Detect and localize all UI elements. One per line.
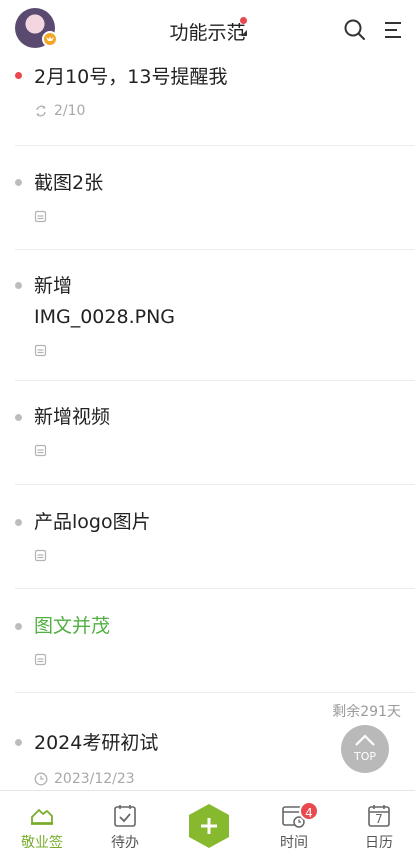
scroll-top-button[interactable]: TOP [341,725,389,773]
tab-label: 时间 [280,835,308,851]
status-dot [15,414,22,421]
attachment-icon [34,444,47,457]
tab-todo[interactable]: 待办 [95,791,155,859]
item-title-line1: 新增 [34,275,73,297]
item-meta [34,444,53,457]
list-item[interactable]: 新增 IMG_0028.PNG [15,250,415,381]
notification-dot [240,17,247,24]
item-meta [34,549,53,562]
list-item[interactable]: 截图2张 [15,146,415,250]
status-dot [15,282,22,289]
item-meta: 2023/12/23 [34,771,135,787]
scroll-top-label: TOP [353,750,376,763]
item-title: 2024考研初试 [34,732,159,754]
calendar-day: 7 [375,812,383,826]
item-title: 截图2张 [34,172,104,194]
bottom-tab-bar: 敬业签 待办 4 时间 7 日历 [0,790,415,859]
tab-calendar[interactable]: 7 日历 [349,791,409,859]
memo-list: 2月10号，13号提醒我 2/10 截图2张 新增 IMG_0028.PNG 新… [0,62,415,795]
status-dot [15,519,22,526]
tab-label: 敬业签 [21,835,63,851]
list-item[interactable]: 图文并茂 [15,589,415,693]
home-icon [31,809,53,825]
days-remaining: 剩余291天 [332,704,401,720]
todo-icon [114,805,136,827]
repeat-count: 2/10 [54,103,86,119]
item-meta [34,210,53,223]
item-title: 产品logo图片 [34,511,151,533]
add-button[interactable] [186,803,232,849]
list-item[interactable]: 2月10号，13号提醒我 2/10 [15,62,415,146]
item-title: 新增视频 [34,406,111,428]
tab-label: 待办 [111,835,139,851]
clock-icon [34,772,48,786]
dropdown-corner-icon [241,30,247,36]
item-meta [34,344,53,357]
attachment-icon [34,210,47,223]
attachment-icon [34,653,47,666]
list-item[interactable]: 新增视频 [15,381,415,485]
item-title-line2: IMG_0028.PNG [34,306,176,328]
item-meta: 2/10 [34,103,85,119]
tab-label: 日历 [365,835,393,851]
status-dot [15,72,22,79]
repeat-icon [36,105,46,117]
item-date: 2023/12/23 [54,771,135,787]
status-dot [15,179,22,186]
status-dot [15,623,22,630]
menu-icon[interactable] [382,18,406,42]
item-meta [34,653,53,666]
tab-time[interactable]: 4 时间 [264,791,324,859]
attachment-icon [34,549,47,562]
attachment-icon [34,344,47,357]
status-dot [15,739,22,746]
search-icon[interactable] [343,18,367,42]
tab-home[interactable]: 敬业签 [12,791,72,859]
header: 功能示范 [0,0,415,62]
chevron-up-icon [355,734,375,746]
item-title: 2月10号，13号提醒我 [34,66,228,88]
item-title: 图文并茂 [34,615,111,637]
list-item[interactable]: 产品logo图片 [15,485,415,589]
notification-badge: 4 [299,801,319,821]
